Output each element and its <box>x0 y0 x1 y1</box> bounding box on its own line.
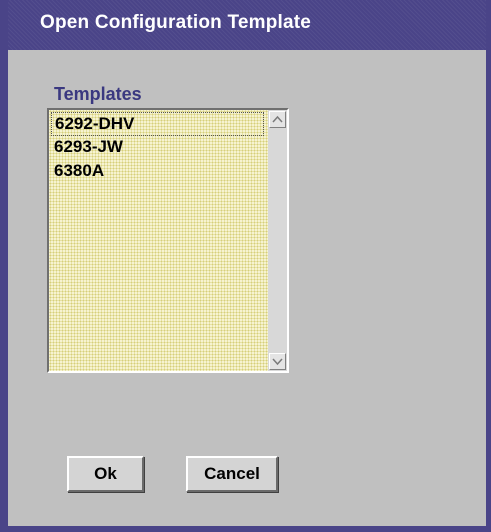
scroll-up-button[interactable] <box>269 111 286 128</box>
templates-list[interactable]: 6292-DHV 6293-JW 6380A <box>49 110 268 371</box>
templates-label: Templates <box>54 84 142 104</box>
dialog-title: Open Configuration Template <box>40 12 312 33</box>
cancel-button[interactable]: Cancel <box>186 456 278 492</box>
open-configuration-template-dialog: Open Configuration Template Templates 62… <box>0 0 491 532</box>
title-bar[interactable]: Open Configuration Template <box>8 0 486 50</box>
template-item-6292-dhv[interactable]: 6292-DHV <box>51 112 264 136</box>
list-scrollbar[interactable] <box>268 110 287 371</box>
scroll-down-button[interactable] <box>269 353 286 370</box>
chevron-down-icon <box>272 358 283 366</box>
ok-button[interactable]: Ok <box>67 456 144 492</box>
template-item-6380a[interactable]: 6380A <box>51 160 264 184</box>
template-item-6293-jw[interactable]: 6293-JW <box>51 136 264 160</box>
templates-listbox[interactable]: 6292-DHV 6293-JW 6380A <box>47 108 289 373</box>
chevron-up-icon <box>272 115 283 123</box>
